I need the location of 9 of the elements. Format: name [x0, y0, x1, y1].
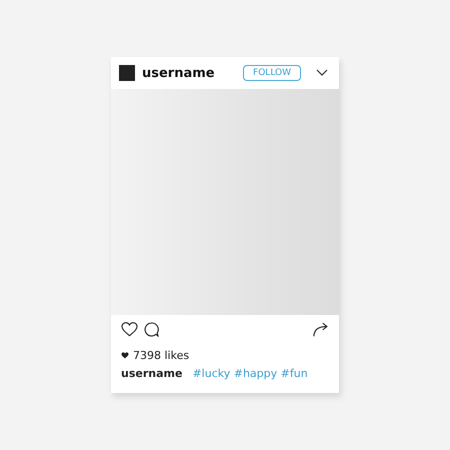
avatar [119, 65, 135, 81]
heart-icon [121, 352, 129, 359]
comment-icon[interactable] [144, 322, 159, 337]
share-arrow-icon[interactable] [312, 322, 329, 337]
likes-count: 7398 likes [133, 349, 190, 362]
heart-icon[interactable] [121, 322, 138, 337]
username[interactable]: username [142, 66, 236, 80]
caption-username[interactable]: username [121, 367, 182, 380]
chevron-down-icon[interactable] [316, 69, 328, 77]
